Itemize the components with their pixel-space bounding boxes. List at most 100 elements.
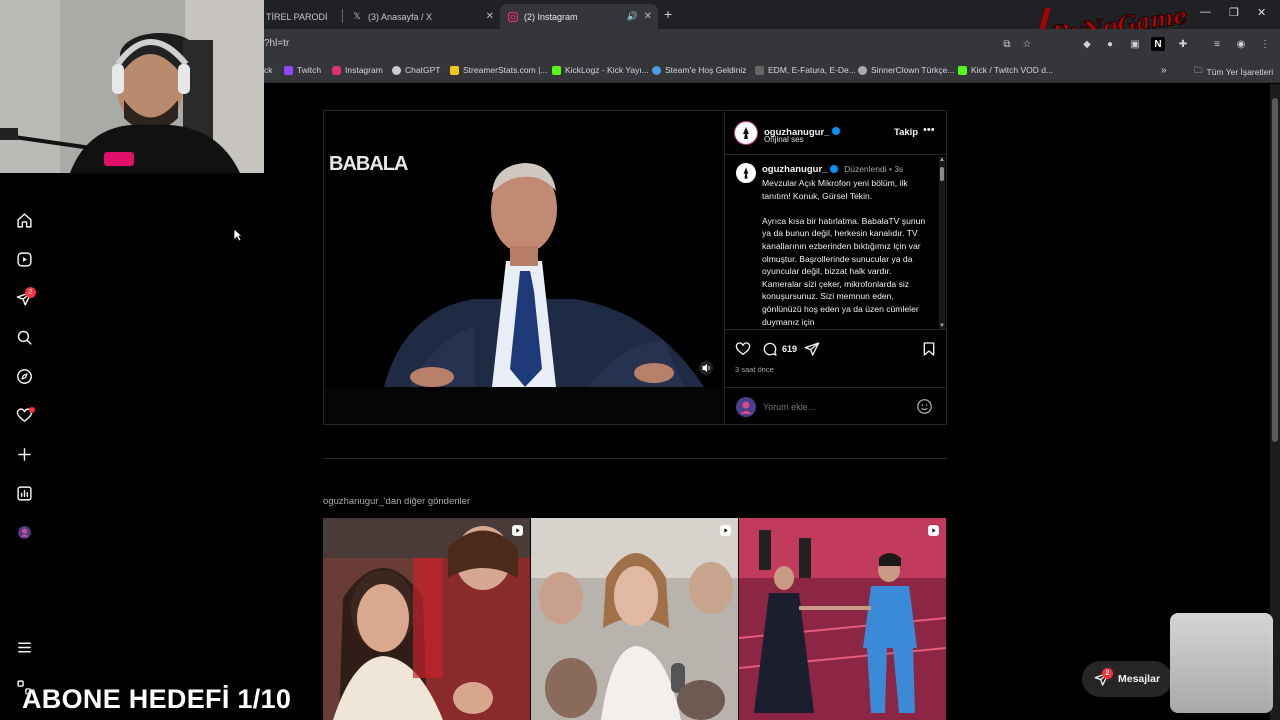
- explore-compass-icon[interactable]: [14, 366, 34, 386]
- share-icon[interactable]: [804, 341, 820, 357]
- bookmark-item[interactable]: ChatGPT: [392, 65, 440, 75]
- audio-label[interactable]: Orijinal ses: [764, 135, 804, 144]
- close-icon[interactable]: ✕: [486, 11, 494, 22]
- bookmark-label: Instagram: [345, 65, 383, 75]
- tab-title: (3) Anasayfa / X: [368, 11, 433, 22]
- reel-badge-icon: [512, 525, 523, 536]
- tab-title: (2) Instagram: [524, 11, 578, 22]
- like-heart-icon[interactable]: [735, 341, 751, 357]
- caption-paragraph: Mevzular Açık Mikrofon yeni bölüm, ilk t…: [762, 178, 908, 201]
- search-icon[interactable]: [14, 327, 34, 347]
- author-avatar[interactable]: [734, 121, 758, 145]
- reel-badge-icon: [720, 525, 731, 536]
- bookmark-item[interactable]: Steam'e Hoş Geldiniz: [652, 65, 746, 75]
- tab-parodi[interactable]: TİREL PARODİ: [258, 4, 342, 29]
- reel-badge-icon: [928, 525, 939, 536]
- bookmark-item[interactable]: Instagram: [332, 65, 383, 75]
- thumbnail-image: [531, 518, 738, 720]
- instagram-sidebar: 2: [0, 173, 48, 720]
- tab-instagram[interactable]: (2) Instagram 🔊 ✕: [500, 4, 658, 29]
- subscriber-goal-text: ABONE HEDEFİ 1/10: [22, 684, 292, 714]
- post-thumbnail[interactable]: [323, 518, 530, 720]
- bookmark-item[interactable]: Kick / Twitch VOD d...: [958, 65, 1053, 75]
- tab-separator: [342, 9, 343, 23]
- bookmark-label: StreamerStats.com |...: [463, 65, 548, 75]
- comment-icon[interactable]: [762, 341, 778, 357]
- folder-icon: 🗀: [1194, 65, 1203, 75]
- home-icon[interactable]: [14, 210, 34, 230]
- follow-button[interactable]: Takip: [894, 127, 918, 138]
- messages-button[interactable]: Mesajlar 2: [1082, 661, 1172, 697]
- address-bar[interactable]: ?hl=tr: [264, 38, 289, 49]
- minimize-button[interactable]: —: [1200, 6, 1211, 18]
- bookmark-item[interactable]: StreamerStats.com |...: [450, 65, 547, 75]
- post-thumbnail[interactable]: [531, 518, 738, 720]
- notification-badge: 2: [25, 287, 36, 298]
- new-tab-button[interactable]: +: [664, 6, 672, 22]
- notion-icon[interactable]: N: [1151, 37, 1165, 51]
- bookmark-item[interactable]: ck: [264, 65, 273, 75]
- mouse-cursor-icon: [233, 228, 243, 242]
- streamerstats-icon: [450, 65, 459, 75]
- speaker-icon[interactable]: 🔊: [627, 11, 638, 22]
- caption-scroll-thumb[interactable]: [940, 167, 944, 181]
- bookmark-label: KickLogz - Kick Yayı...: [565, 65, 649, 75]
- comment-input-bar: [725, 387, 947, 424]
- all-bookmarks-button[interactable]: 🗀 Tüm Yer İşaretleri: [1194, 65, 1273, 79]
- bookmark-label: ChatGPT: [405, 65, 441, 75]
- bookmark-label: EDM, E-Fatura, E-De...: [768, 65, 856, 75]
- extension-icon[interactable]: ◆: [1080, 37, 1094, 51]
- emoji-icon[interactable]: [916, 398, 933, 415]
- save-bookmark-icon[interactable]: [921, 341, 937, 357]
- caption-author-avatar[interactable]: [736, 163, 756, 183]
- profile-avatar-icon[interactable]: [14, 522, 34, 542]
- restore-button[interactable]: ❐: [1229, 6, 1239, 19]
- more-posts-title-text[interactable]: oguzhanugur_'dan diğer gönderiler: [323, 496, 470, 507]
- caption-paragraph: Ayrıca kısa bir hatırlatma. BabalaTV şun…: [762, 215, 926, 327]
- reels-icon[interactable]: [14, 249, 34, 269]
- section-divider: [323, 458, 947, 459]
- instagram-icon: [332, 65, 341, 75]
- menu-kebab-icon[interactable]: ⋮: [1258, 37, 1272, 51]
- profile-avatar-icon[interactable]: ◉: [1234, 37, 1248, 51]
- post-header: oguzhanugur_ Orijinal ses Takip •••: [725, 111, 947, 155]
- close-window-button[interactable]: ✕: [1257, 6, 1266, 19]
- post-details-panel: oguzhanugur_ Orijinal ses Takip ••• oguz…: [724, 111, 947, 424]
- bookmark-star-icon[interactable]: ☆: [1020, 37, 1034, 51]
- post-actions: 619 3 saat önce: [725, 329, 947, 379]
- extension-icon[interactable]: ●: [1103, 37, 1117, 51]
- globe-icon: [858, 65, 867, 75]
- bookmark-label: SinnerClown Türkçe...: [871, 65, 955, 75]
- bookmark-item[interactable]: Twitch: [284, 65, 321, 75]
- bookmark-item[interactable]: EDM, E-Fatura, E-De...: [755, 65, 856, 75]
- bookmark-item[interactable]: KickLogz - Kick Yayı...: [552, 65, 649, 75]
- install-app-icon[interactable]: ⧉: [1000, 37, 1014, 51]
- bookmark-label: Twitch: [297, 65, 322, 75]
- extension-icon[interactable]: ▣: [1128, 37, 1142, 51]
- create-plus-icon[interactable]: [14, 444, 34, 464]
- comment-count: 619: [782, 344, 798, 354]
- reel-video[interactable]: BABALA: [324, 111, 723, 424]
- bookmark-item[interactable]: SinnerClown Türkçe...: [858, 65, 954, 75]
- video-brand-logo: BABALA: [329, 153, 408, 175]
- more-posts-title: oguzhanugur_'dan diğer gönderiler: [323, 496, 470, 507]
- caption-username[interactable]: oguzhanugur_: [762, 164, 827, 175]
- bookmark-label: ck: [264, 65, 273, 75]
- caption-scrollbar[interactable]: ▲ ▼: [939, 157, 945, 329]
- scroll-up-icon[interactable]: ▲: [939, 157, 945, 163]
- dashboard-icon[interactable]: [14, 483, 34, 503]
- verified-badge-icon: [832, 126, 841, 135]
- instagram-icon: [508, 11, 518, 22]
- more-menu-icon[interactable]: [14, 637, 34, 657]
- puzzle-icon[interactable]: ✚: [1176, 37, 1190, 51]
- more-options-icon[interactable]: •••: [923, 124, 935, 136]
- more-bookmarks-chevron-icon[interactable]: »: [1161, 65, 1167, 76]
- glass-cup-overlay: [1170, 613, 1273, 713]
- tab-x-home[interactable]: 𝕏 (3) Anasayfa / X ✕: [344, 4, 500, 29]
- comment-input[interactable]: [763, 399, 903, 415]
- page-scroll-thumb[interactable]: [1272, 98, 1278, 442]
- twitch-icon: [284, 65, 293, 75]
- close-icon[interactable]: ✕: [644, 11, 652, 22]
- media-icon[interactable]: ≡: [1210, 37, 1224, 51]
- post-thumbnail[interactable]: [739, 518, 946, 720]
